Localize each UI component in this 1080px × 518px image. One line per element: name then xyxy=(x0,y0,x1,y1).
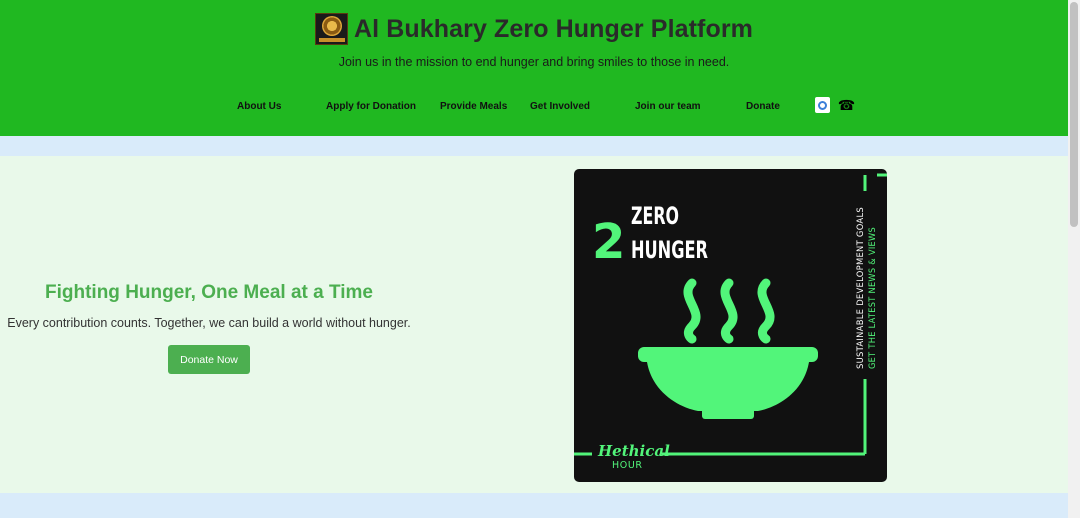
hero-section: Fighting Hunger, One Meal at a Time Ever… xyxy=(0,156,1068,493)
hero-title: Fighting Hunger, One Meal at a Time xyxy=(45,282,373,303)
poster-line-hunger: HUNGER xyxy=(631,236,708,264)
mail-icon[interactable] xyxy=(815,97,830,113)
brand-word: HOUR xyxy=(612,460,643,471)
steam-icon xyxy=(683,278,775,344)
poster-number: 2 xyxy=(592,214,625,270)
hero-text: Fighting Hunger, One Meal at a Time Ever… xyxy=(0,282,418,330)
nav-about-us[interactable]: About Us xyxy=(237,101,281,112)
bottom-band xyxy=(0,493,1068,518)
logo-seal-icon xyxy=(321,16,342,36)
site-tagline: Join us in the mission to end hunger and… xyxy=(338,55,730,69)
nav-provide-meals[interactable]: Provide Meals xyxy=(440,101,507,112)
phone-icon[interactable]: ☎ xyxy=(838,97,855,113)
hero-subtitle: Every contribution counts. Together, we … xyxy=(7,316,411,330)
brand: Al Bukhary Zero Hunger Platform xyxy=(0,13,1068,45)
logo-banner xyxy=(318,38,345,42)
site-title: Al Bukhary Zero Hunger Platform xyxy=(354,14,753,43)
scrollbar[interactable] xyxy=(1068,0,1080,518)
brand-script: Hethical xyxy=(597,442,670,460)
spacer-band xyxy=(0,136,1068,156)
bowl-icon xyxy=(638,347,818,419)
site-header: Al Bukhary Zero Hunger Platform Join us … xyxy=(0,0,1068,136)
poster-graphic: 2 ZERO HUNGER SUSTAINABLE DEVELOPMENT GO… xyxy=(574,173,887,471)
nav-join-our-team[interactable]: Join our team xyxy=(635,101,701,112)
main-nav: About Us Apply for Donation Provide Meal… xyxy=(0,101,1068,115)
poster-side-text: SUSTAINABLE DEVELOPMENT GOALS GET THE LA… xyxy=(856,207,878,369)
nav-apply-for-donation[interactable]: Apply for Donation xyxy=(326,101,416,112)
scrollbar-thumb[interactable] xyxy=(1070,2,1078,227)
nav-donate[interactable]: Donate xyxy=(746,101,780,112)
nav-get-involved[interactable]: Get Involved xyxy=(530,101,590,112)
side-text-news: GET THE LATEST NEWS & VIEWS xyxy=(868,227,878,369)
donate-now-button[interactable]: Donate Now xyxy=(168,345,250,374)
logo[interactable] xyxy=(315,13,348,45)
zero-hunger-poster: 2 ZERO HUNGER SUSTAINABLE DEVELOPMENT GO… xyxy=(574,169,887,482)
side-text-sdg: SUSTAINABLE DEVELOPMENT GOALS xyxy=(856,207,866,369)
poster-line-zero: ZERO xyxy=(631,202,679,230)
